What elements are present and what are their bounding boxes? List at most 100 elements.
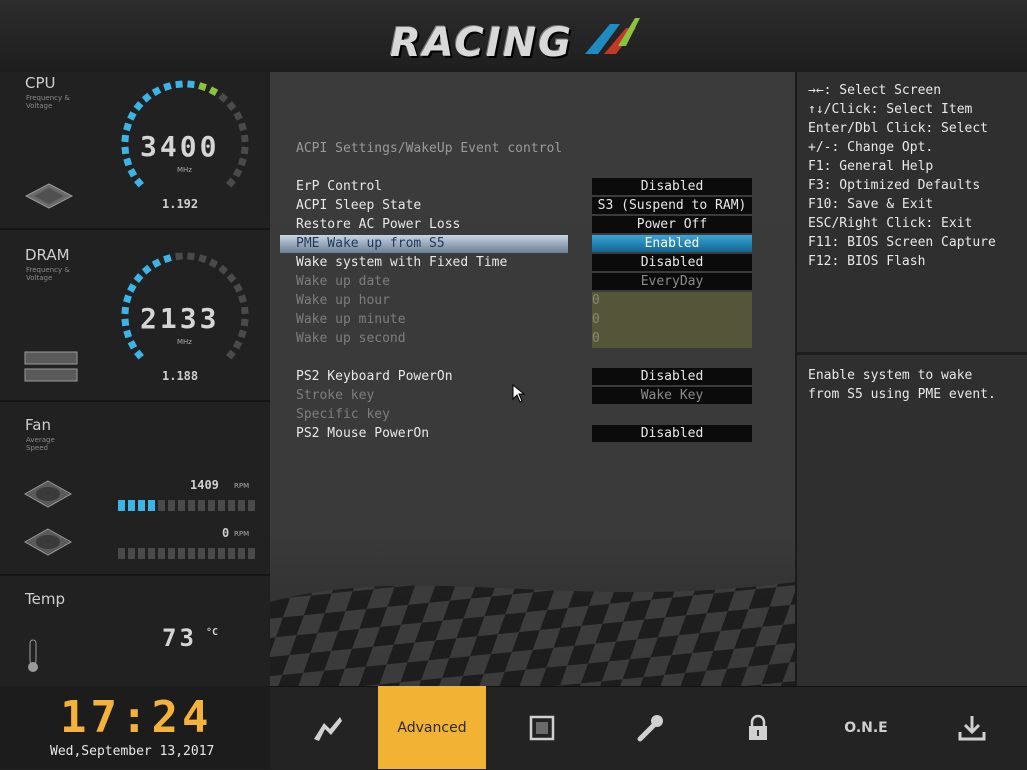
gauge-segment [240,318,249,327]
chipset-icon [529,715,555,740]
setting-value-wake-up-date: EveryDay [592,273,752,290]
tab-main[interactable] [274,686,382,769]
fan2-rpm: 0 [222,526,230,540]
setting-label-specific-key: Specific key [296,407,390,422]
setting-label-ps2-keyboard-poweron[interactable]: PS2 Keyboard PowerOn [296,369,453,384]
setting-value-erp-control[interactable]: Disabled [592,178,752,195]
setting-label-wake-up-hour: Wake up hour [296,293,390,308]
fan-bar-segment [138,548,145,559]
gauge-segment [198,254,207,263]
gauge-segment [237,329,247,339]
temp-value: 73 [162,624,197,652]
gauge-segment [121,134,130,143]
gauge-segment [123,329,133,339]
tab-save-exit[interactable] [918,686,1026,769]
setting-value-pme-wake-up[interactable]: Enabled [592,235,752,252]
fan-bar-segment [228,500,235,511]
gauge-segment [226,101,237,112]
gauge-segment [238,122,247,132]
gauge-segment [151,86,162,96]
fan-bar-segment [218,500,225,511]
fan1-rpm-unit: RPM [234,482,250,490]
gauge-segment [133,101,144,112]
thermometer-icon [28,639,38,672]
gauge-segment [240,134,249,143]
gauge-segment [240,146,249,155]
tab-security[interactable] [704,686,812,769]
breadcrumb: ACPI Settings/WakeUp Event control [296,141,563,156]
tab-advanced[interactable]: Advanced [378,686,486,769]
setting-value-ps2-mouse-poweron[interactable]: Disabled [592,425,752,442]
gauge-segment [232,168,243,178]
gauge-segment [237,157,247,167]
setting-label-pme-wake-up[interactable]: PME Wake up from S5 [296,236,445,251]
dram-module-icon [24,351,78,382]
fan-bar-segment [228,548,235,559]
gauge-segment [141,92,152,103]
setting-value-wake-fixed-time[interactable]: Disabled [592,254,752,271]
help-key-select-screen: →←: Select Screen [808,83,942,98]
fan-title: Fan [25,416,51,434]
tab-tool[interactable] [596,686,704,769]
gauge-segment [141,264,152,275]
gauge-segment [123,122,132,132]
tab-one[interactable]: O.N.E [812,686,920,769]
setting-label-wake-fixed-time[interactable]: Wake system with Fixed Time [296,255,507,270]
fan1-bar [118,496,258,515]
temp-title: Temp [25,590,65,608]
gauge-segment [226,273,237,284]
cpu-unit: MHz [177,166,192,174]
help-divider [797,352,1027,355]
gauge-segment [226,349,236,360]
setting-label-erp-control[interactable]: ErP Control [296,179,382,194]
gauge-segment [198,82,207,91]
help-key-change-opt: +/-: Change Opt. [808,140,934,155]
setting-label-restore-ac-power-loss[interactable]: Restore AC Power Loss [296,217,460,232]
fan-bar-segment [128,500,135,511]
fan-bar-segment [148,500,155,511]
setting-value-ps2-keyboard-poweron[interactable]: Disabled [592,368,752,385]
logo-mark-icon [585,18,640,54]
fan-bar-segment [138,500,145,511]
gauge-segment [127,111,137,121]
gauge-segment [127,168,138,178]
cpu-section: CPU Frequency & Voltage 3400 MHz 1.192 [0,72,270,230]
fan-bar-segment [198,500,205,511]
cpu-title: CPU [25,74,56,92]
fan-bar-segment [248,500,255,511]
fan-bar-segment [238,500,245,511]
fan-bar-segment [158,500,165,511]
fan-bar-segment [128,548,135,559]
fan-bar-segment [118,548,125,559]
save-exit-icon [958,715,986,740]
fan-bar-segment [148,548,155,559]
help-key-esc: ESC/Right Click: Exit [808,216,973,231]
gauge-segment [187,252,195,261]
fan2-bar [118,544,258,563]
setting-label-acpi-sleep-state[interactable]: ACPI Sleep State [296,198,421,213]
gauge-segment [163,82,172,91]
setting-label-ps2-mouse-poweron[interactable]: PS2 Mouse PowerOn [296,426,429,441]
fan-bar-segment [208,500,215,511]
gauge-segment [123,157,133,167]
gauge-segment [218,264,229,275]
clock-date: Wed,September 13,2017 [50,744,215,759]
fan-bar-segment [178,500,185,511]
gauge-segment [208,258,219,268]
help-key-f3: F3: Optimized Defaults [808,178,981,193]
dram-unit: MHz [177,338,192,346]
gauge-segment [121,306,130,315]
setting-value-restore-ac-power-loss[interactable]: Power Off [592,216,752,233]
racing-logo: RACING [380,14,650,66]
setting-value-wake-up-hour: 0 [592,292,752,311]
main-icon [314,716,342,741]
fan-section: Fan Average Speed 1409 RPM 0 RPM [0,402,270,576]
dram-section: DRAM Frequency & Voltage 2133 MHz 1.188 [0,230,270,402]
cpu-voltage: 1.192 [162,197,199,211]
gauge-segment [123,294,132,304]
setting-value-wake-up-second: 0 [592,330,752,348]
fan-bar-segment [188,548,195,559]
tab-one-label: O.N.E [844,719,888,736]
setting-value-acpi-sleep-state[interactable]: S3 (Suspend to RAM) [592,197,752,214]
tab-chipset[interactable] [488,686,596,769]
